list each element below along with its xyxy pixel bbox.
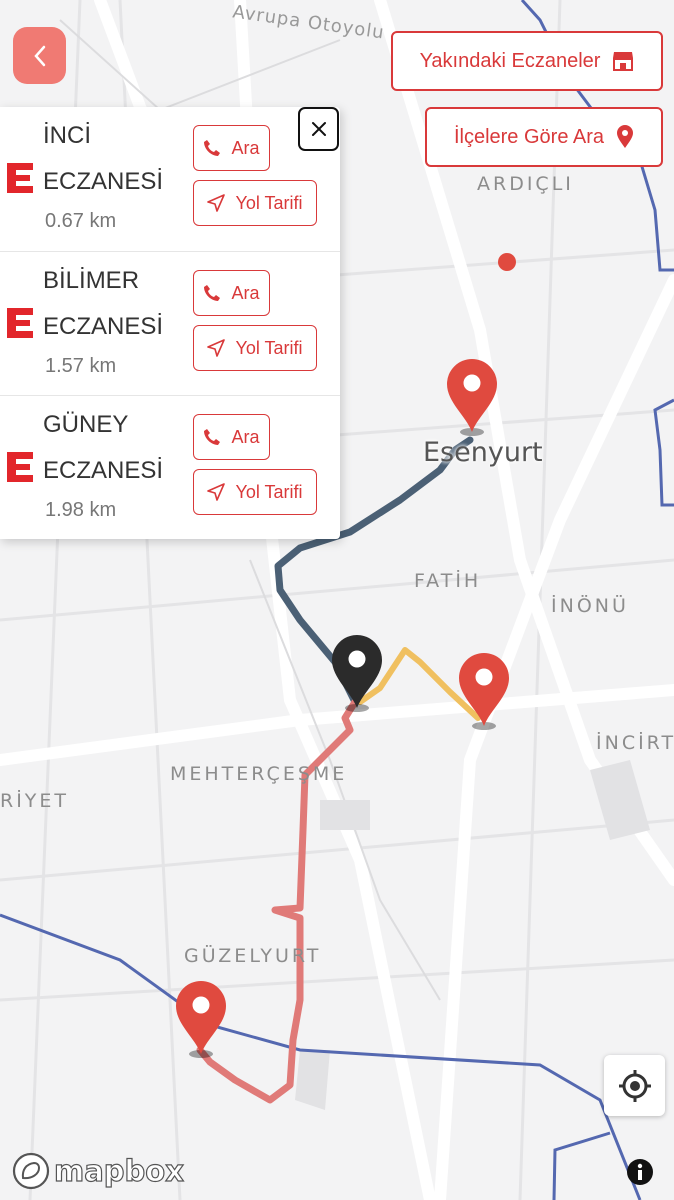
store-icon xyxy=(613,52,634,71)
pharmacy-row[interactable]: BİLİMER ECZANESİ 1.57 km Ara Yol Tarifi xyxy=(0,251,340,396)
info-icon[interactable] xyxy=(626,1158,654,1186)
neighborhood-riyet: RİYET xyxy=(0,790,70,812)
nearby-pharmacies-label: Yakındaki Eczaneler xyxy=(419,49,601,72)
directions-label: Yol Tarifi xyxy=(235,337,303,358)
pharmacy-name: GÜNEY ECZANESİ xyxy=(43,411,164,484)
pharmacy-e-logo-icon xyxy=(7,452,33,482)
directions-button[interactable]: Yol Tarifi xyxy=(193,325,317,371)
neighborhood-incirt: İNCİRT xyxy=(596,732,674,754)
neighborhood-ardicli: ARDIÇLI xyxy=(477,173,574,195)
phone-icon xyxy=(204,285,221,301)
call-button[interactable]: Ara xyxy=(193,414,270,460)
navigation-arrow-icon xyxy=(207,194,226,212)
search-by-district-label: İlçelere Göre Ara xyxy=(453,125,605,148)
chevron-left-icon xyxy=(33,45,45,66)
mapbox-logo[interactable]: mapbox xyxy=(12,1152,185,1190)
pharmacy-name: BİLİMER ECZANESİ xyxy=(43,267,164,340)
pharmacy-e-logo-icon xyxy=(7,308,33,338)
locate-me-button[interactable] xyxy=(604,1055,665,1116)
neighborhood-mehtercesme: MEHTERÇEŞME xyxy=(170,763,348,785)
call-label: Ara xyxy=(231,137,260,158)
neighborhood-fatih: FATİH xyxy=(414,570,482,592)
close-icon xyxy=(311,122,326,136)
directions-button[interactable]: Yol Tarifi xyxy=(193,469,317,515)
phone-icon xyxy=(204,429,221,445)
pharmacy-distance: 1.98 km xyxy=(45,499,117,521)
close-panel-button[interactable] xyxy=(298,107,339,151)
pharmacy-name: İNCİ ECZANESİ xyxy=(43,122,164,195)
search-by-district-button[interactable]: İlçelere Göre Ara xyxy=(425,107,663,167)
neighborhood-inonu: İNÖNÜ xyxy=(551,595,629,617)
pharmacy-e-logo-icon xyxy=(7,163,33,193)
mapbox-wordmark: mapbox xyxy=(53,1153,184,1188)
call-label: Ara xyxy=(231,426,260,447)
call-label: Ara xyxy=(231,282,260,303)
back-button[interactable] xyxy=(13,27,66,84)
directions-label: Yol Tarifi xyxy=(235,481,303,502)
directions-button[interactable]: Yol Tarifi xyxy=(193,180,317,226)
map-pin-icon xyxy=(617,125,634,148)
call-button[interactable]: Ara xyxy=(193,270,270,316)
locate-crosshair-icon xyxy=(618,1069,651,1102)
mapbox-logo-icon xyxy=(12,1152,50,1190)
pharmacy-distance: 1.57 km xyxy=(45,355,117,377)
phone-icon xyxy=(204,140,221,156)
navigation-arrow-icon xyxy=(207,339,226,357)
neighborhood-guzelyurt: GÜZELYURT xyxy=(184,945,322,967)
call-button[interactable]: Ara xyxy=(193,125,270,171)
city-label: Esenyurt xyxy=(423,437,543,468)
pharmacy-distance: 0.67 km xyxy=(45,210,117,232)
pharmacy-row[interactable]: GÜNEY ECZANESİ 1.98 km Ara Yol Tarifi xyxy=(0,395,340,540)
directions-label: Yol Tarifi xyxy=(235,192,303,213)
pharmacy-list-panel: İNCİ ECZANESİ 0.67 km Ara Yol Tarifi BİL… xyxy=(0,107,340,539)
nearby-pharmacies-button[interactable]: Yakındaki Eczaneler xyxy=(391,31,663,91)
pharmacy-row[interactable]: İNCİ ECZANESİ 0.67 km Ara Yol Tarifi xyxy=(0,107,340,251)
navigation-arrow-icon xyxy=(207,483,226,501)
